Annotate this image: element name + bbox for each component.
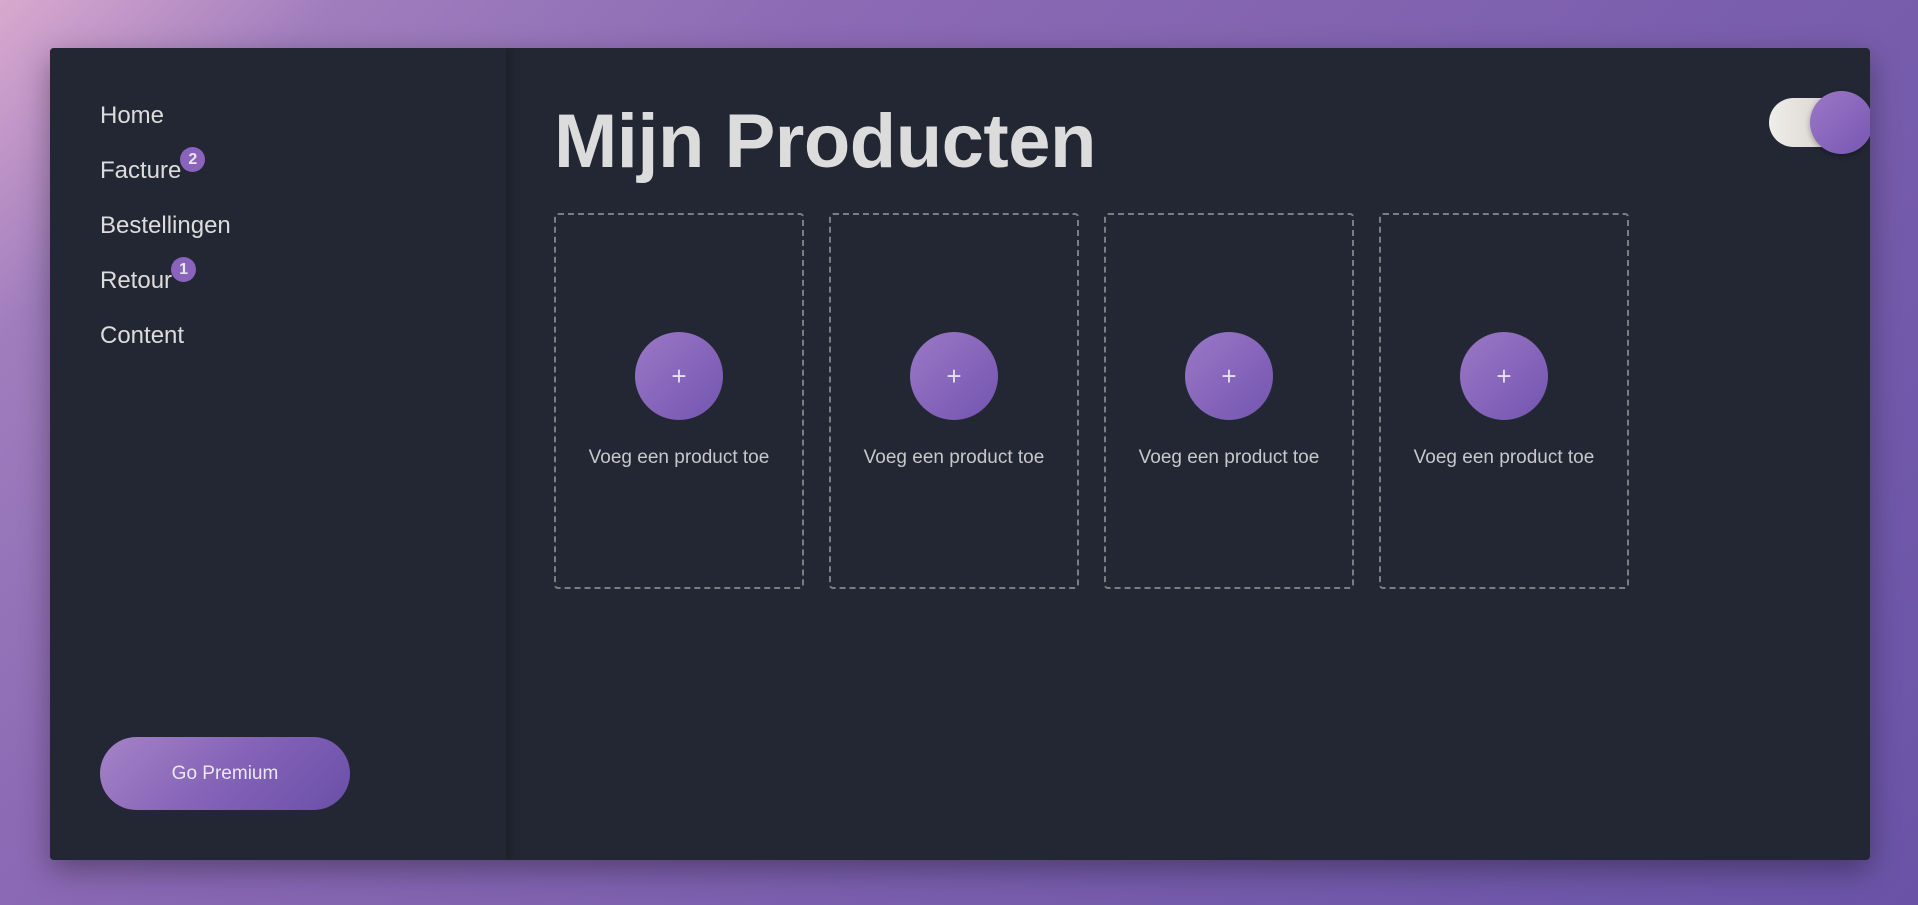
plus-icon[interactable]: + bbox=[1460, 332, 1548, 420]
sidebar-item-facture[interactable]: Facture 2 bbox=[100, 147, 231, 208]
sidebar-nav: Home Facture 2 Bestellingen Retour 1 Conte… bbox=[100, 98, 231, 373]
plus-icon[interactable]: + bbox=[635, 332, 723, 420]
sidebar-item-label: Facture bbox=[100, 157, 182, 184]
add-product-label: Voeg een product toe bbox=[588, 447, 770, 468]
sidebar-item-label: Home bbox=[100, 102, 165, 129]
theme-toggle[interactable] bbox=[1769, 91, 1870, 154]
sidebar-item-label: Retour bbox=[100, 267, 173, 294]
sidebar-item-retour[interactable]: Retour 1 bbox=[100, 257, 231, 318]
plus-icon[interactable]: + bbox=[1185, 332, 1273, 420]
add-product-label: Voeg een product toe bbox=[1138, 447, 1320, 468]
add-product-card[interactable]: + Voeg een product toe bbox=[829, 213, 1079, 589]
sidebar-item-label: Bestellingen bbox=[100, 212, 231, 239]
notification-badge: 2 bbox=[180, 147, 206, 173]
sidebar: Home Facture 2 Bestellingen Retour 1 Conte… bbox=[50, 48, 506, 860]
main-content: Mijn Producten + Voeg een product toe + … bbox=[506, 48, 1870, 860]
add-product-card[interactable]: + Voeg een product toe bbox=[554, 213, 804, 589]
sidebar-item-label: Content bbox=[100, 322, 185, 349]
add-product-label: Voeg een product toe bbox=[1413, 447, 1595, 468]
toggle-knob bbox=[1810, 91, 1870, 154]
app-window: Home Facture 2 Bestellingen Retour 1 Conte… bbox=[50, 48, 1870, 860]
notification-badge: 1 bbox=[171, 257, 197, 283]
sidebar-item-home[interactable]: Home bbox=[100, 98, 231, 153]
go-premium-button[interactable]: Go Premium bbox=[100, 737, 350, 810]
sidebar-item-content[interactable]: Content bbox=[100, 318, 231, 373]
add-product-card[interactable]: + Voeg een product toe bbox=[1379, 213, 1629, 589]
product-grid: + Voeg een product toe + Voeg een produc… bbox=[554, 213, 1629, 589]
add-product-card[interactable]: + Voeg een product toe bbox=[1104, 213, 1354, 589]
add-product-label: Voeg een product toe bbox=[863, 447, 1045, 468]
plus-icon[interactable]: + bbox=[910, 332, 998, 420]
page-title: Mijn Producten bbox=[554, 99, 1096, 184]
sidebar-item-bestellingen[interactable]: Bestellingen bbox=[100, 208, 231, 263]
